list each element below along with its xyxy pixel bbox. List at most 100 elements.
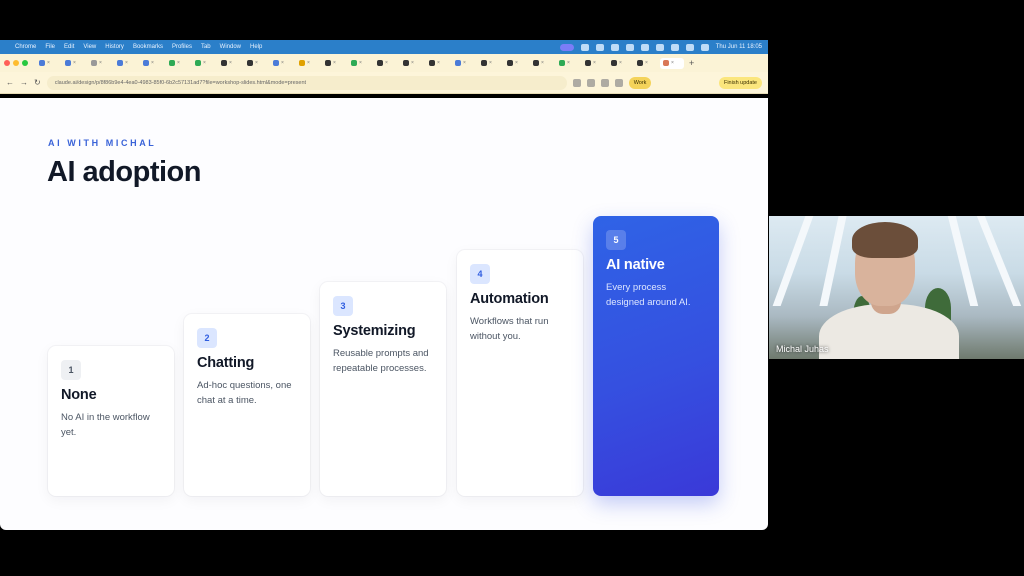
close-tab-icon[interactable]: × [229,60,232,66]
browser-tab[interactable]: × [348,58,372,69]
extension-icon[interactable] [614,78,623,87]
extension-icon[interactable] [600,78,609,87]
new-tab-icon[interactable]: + [689,58,694,68]
close-tab-icon[interactable]: × [671,60,674,66]
menubar-clock[interactable]: Thu Jun 11 18:05 [716,44,762,50]
search-icon[interactable] [685,43,694,51]
tab-favicon-icon [611,60,617,66]
back-icon[interactable]: ← [6,78,14,87]
browser-tab[interactable]: × [452,58,476,69]
close-tab-icon[interactable]: × [333,60,336,66]
browser-tab[interactable]: × [582,58,606,69]
browser-tab[interactable]: × [296,58,320,69]
close-tab-icon[interactable]: × [203,60,206,66]
status-icon[interactable] [640,43,649,51]
browser-tab[interactable]: × [374,58,398,69]
close-tab-icon[interactable]: × [619,60,622,66]
close-tab-icon[interactable]: × [359,60,362,66]
screen-share-icon[interactable] [559,43,574,51]
browser-tab[interactable]: × [634,58,658,69]
stage-number-badge: 1 [61,360,81,380]
close-tab-icon[interactable]: × [411,60,414,66]
close-tab-icon[interactable]: × [489,60,492,66]
menu-edit[interactable]: Edit [64,44,74,50]
browser-tab[interactable]: × [218,58,242,69]
browser-tab[interactable]: × [140,58,164,69]
extension-icon[interactable] [586,78,595,87]
status-icon[interactable] [625,43,634,51]
status-icon[interactable] [610,43,619,51]
close-tab-icon[interactable]: × [437,60,440,66]
minimize-window-button[interactable] [13,60,19,66]
tab-favicon-icon [325,60,331,66]
stage-card-systemizing: 3 Systemizing Reusable prompts and repea… [320,282,446,496]
browser-tab[interactable]: × [504,58,528,69]
tab-favicon-icon [455,60,461,66]
stage-number-badge: 5 [606,230,626,250]
tab-favicon-icon [481,60,487,66]
stage-description: Every process designed around AI. [606,282,691,308]
profile-work-button[interactable]: Work [628,76,652,89]
browser-tab[interactable]: × [322,58,346,69]
browser-tab[interactable]: × [114,58,138,69]
close-tab-icon[interactable]: × [593,60,596,66]
close-window-button[interactable] [4,60,10,66]
close-tab-icon[interactable]: × [281,60,284,66]
wifi-icon[interactable] [670,43,679,51]
close-tab-icon[interactable]: × [255,60,258,66]
close-tab-icon[interactable]: × [645,60,648,66]
control-center-icon[interactable] [700,43,709,51]
menu-profiles[interactable]: Profiles [172,44,192,50]
close-tab-icon[interactable]: × [73,60,76,66]
stage-description: Workflows that run without you. [470,316,549,342]
close-tab-icon[interactable]: × [47,60,50,66]
menu-file[interactable]: File [45,44,55,50]
menu-window[interactable]: Window [220,44,241,50]
browser-tab[interactable]: × [36,58,60,69]
browser-tab[interactable]: × [244,58,268,69]
browser-tab[interactable]: × [608,58,632,69]
browser-tab[interactable]: × [192,58,216,69]
close-tab-icon[interactable]: × [177,60,180,66]
close-tab-icon[interactable]: × [567,60,570,66]
battery-icon[interactable] [655,43,664,51]
tab-favicon-icon [39,60,45,66]
close-tab-icon[interactable]: × [385,60,388,66]
close-tab-icon[interactable]: × [541,60,544,66]
close-tab-icon[interactable]: × [307,60,310,66]
menu-chrome[interactable]: Chrome [15,44,36,50]
browser-tab[interactable]: × [166,58,190,69]
participant-video-tile[interactable]: Michal Juhas [769,216,1024,359]
close-tab-icon[interactable]: × [463,60,466,66]
browser-tab[interactable]: × [88,58,112,69]
browser-tab[interactable]: × [478,58,502,69]
close-tab-icon[interactable]: × [151,60,154,66]
browser-tab[interactable]: × [400,58,424,69]
address-bar[interactable]: claude.ai/design/p/8f86b9e4-4ea0-4983-85… [46,75,567,90]
stage-name: Systemizing [333,323,416,339]
status-icon[interactable] [580,43,589,51]
menu-history[interactable]: History [105,44,124,50]
browser-tab[interactable]: × [270,58,294,69]
close-tab-icon[interactable]: × [99,60,102,66]
menu-view[interactable]: View [83,44,96,50]
status-icon[interactable] [595,43,604,51]
stage-number-badge: 2 [197,328,217,348]
forward-icon[interactable]: → [20,78,28,87]
tab-favicon-icon [221,60,227,66]
close-tab-icon[interactable]: × [515,60,518,66]
browser-tab[interactable]: × [62,58,86,69]
browser-tab[interactable]: × [556,58,580,69]
menu-help[interactable]: Help [250,44,262,50]
tab-favicon-icon [351,60,357,66]
browser-tab-active[interactable]: × [660,57,684,69]
browser-tab[interactable]: × [426,58,450,69]
menu-tab[interactable]: Tab [201,44,211,50]
bookmark-star-icon[interactable] [572,78,581,87]
reload-icon[interactable]: ↻ [34,78,41,87]
menu-bookmarks[interactable]: Bookmarks [133,44,163,50]
close-tab-icon[interactable]: × [125,60,128,66]
browser-tab[interactable]: × [530,58,554,69]
finish-update-button[interactable]: Finish update [718,76,762,89]
zoom-window-button[interactable] [22,60,28,66]
